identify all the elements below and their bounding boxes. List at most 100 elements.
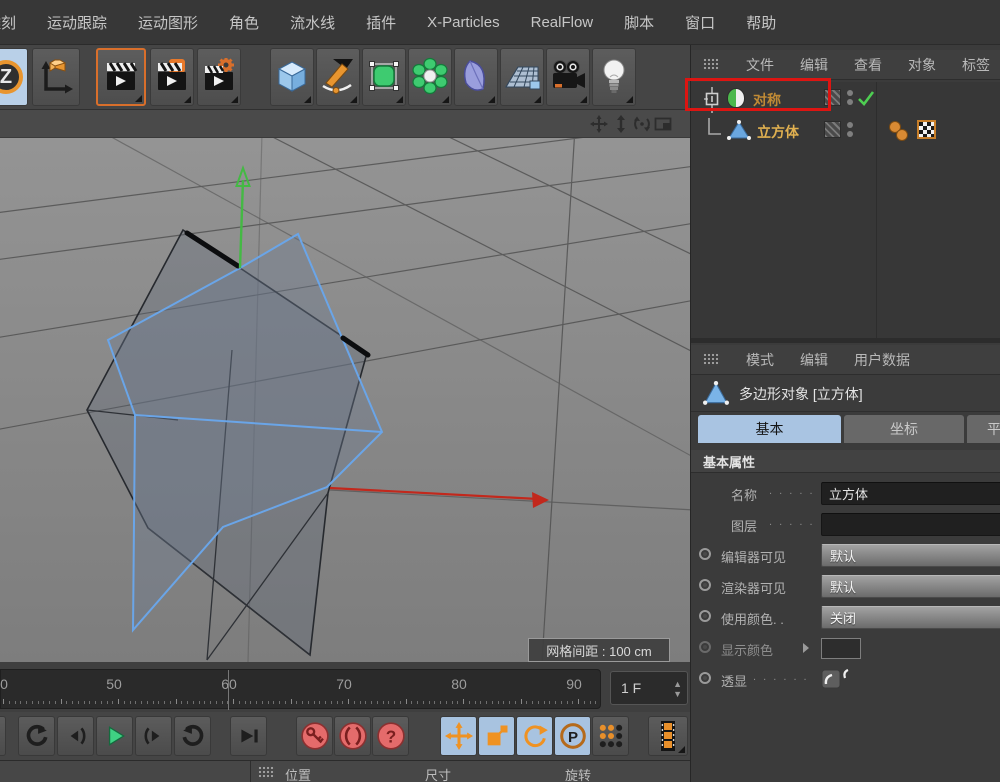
viewport-3d[interactable]: 网格间距 : 100 cm: [0, 138, 690, 662]
animation-dot[interactable]: [699, 672, 711, 684]
panel-splitter[interactable]: [691, 338, 1000, 343]
leader-dots: . . . . .: [769, 485, 815, 497]
key-scale-button[interactable]: [478, 716, 515, 756]
renderer-visibility-dropdown[interactable]: 默认: [821, 575, 1000, 598]
rotate-view-icon[interactable]: [633, 115, 651, 133]
panel-grip-icon[interactable]: [258, 766, 275, 779]
cube-primitive-button[interactable]: [270, 48, 314, 106]
goto-end-button[interactable]: [174, 716, 211, 756]
deformer-icon: [458, 57, 494, 97]
next-frame-button[interactable]: [135, 716, 172, 756]
expand-arrow-icon[interactable]: [803, 643, 809, 653]
submenu-corner: [678, 746, 685, 753]
camera-button[interactable]: [546, 48, 590, 106]
enabled-check-icon[interactable]: [857, 89, 875, 107]
record-key-button[interactable]: [296, 716, 333, 756]
y-axis-arrow[interactable]: [240, 180, 243, 268]
key-rotation-button[interactable]: [516, 716, 553, 756]
light-button[interactable]: [592, 48, 636, 106]
goto-last-key-button[interactable]: [230, 716, 267, 756]
am-menu-mode[interactable]: 模式: [746, 350, 774, 370]
menu-mograph[interactable]: 运动图形: [138, 12, 198, 33]
goto-start-button[interactable]: [18, 716, 55, 756]
object-manager-tree[interactable]: 对称 立方体: [691, 82, 1000, 338]
array-generator-button[interactable]: [408, 48, 452, 106]
goto-start-icon: [24, 723, 50, 749]
x-axis-arrow[interactable]: [330, 488, 538, 499]
menu-motion-tracker[interactable]: 运动跟踪: [47, 12, 107, 33]
layer-toggle[interactable]: [824, 121, 841, 138]
panel-grip-icon[interactable]: [703, 353, 720, 366]
tab-basic[interactable]: 基本: [698, 415, 841, 443]
om-menu-object[interactable]: 对象: [908, 55, 936, 75]
spline-pen-button[interactable]: [316, 48, 360, 106]
animation-dot[interactable]: [699, 610, 711, 622]
display-color-swatch[interactable]: [821, 638, 861, 659]
key-parameter-button[interactable]: P: [554, 716, 591, 756]
texture-tag-icon[interactable]: [917, 120, 936, 139]
rotation-icon: [521, 722, 549, 750]
play-button[interactable]: [96, 716, 133, 756]
subdivision-surface-button[interactable]: [362, 48, 406, 106]
animation-dot[interactable]: [699, 641, 711, 653]
tab-coordinates[interactable]: 坐标: [844, 415, 964, 443]
spinner-arrows-icon[interactable]: ▲▼: [673, 679, 682, 699]
timeline-window-button[interactable]: [648, 716, 688, 756]
visibility-dots[interactable]: [847, 122, 853, 140]
om-menu-view[interactable]: 查看: [854, 55, 882, 75]
deformer-button[interactable]: [454, 48, 498, 106]
om-menu-tag[interactable]: 标签: [962, 55, 990, 75]
timeline-ruler[interactable]: 0 50 60 70 80 90: [0, 669, 601, 709]
render-picture-viewer-button[interactable]: [150, 48, 194, 106]
grid-spacing-label: 网格间距 : 100 cm: [528, 638, 670, 662]
phong-tag-icon[interactable]: [887, 119, 911, 143]
pan-view-icon[interactable]: [590, 115, 608, 133]
menu-plugins[interactable]: 插件: [366, 12, 396, 33]
attr-row-layer: 图层 . . . . .: [691, 509, 1000, 540]
dolly-view-icon[interactable]: [612, 115, 630, 133]
om-menu-edit[interactable]: 编辑: [800, 55, 828, 75]
z-axis-button[interactable]: Z: [0, 48, 28, 106]
tab-phong[interactable]: 平: [967, 415, 1000, 443]
animation-dot[interactable]: [699, 579, 711, 591]
panel-grip-icon[interactable]: [703, 58, 720, 71]
render-settings-button[interactable]: [197, 48, 241, 106]
om-menu-file[interactable]: 文件: [746, 55, 774, 75]
transport-edge-button[interactable]: [0, 716, 6, 756]
visibility-dots[interactable]: [847, 90, 853, 108]
menu-pipeline[interactable]: 流水线: [290, 12, 335, 33]
menu-script[interactable]: 脚本: [624, 12, 654, 33]
menu-window[interactable]: 窗口: [685, 12, 715, 33]
menu-sculpt[interactable]: 雕刻: [0, 12, 16, 33]
menu-x-particles[interactable]: X-Particles: [427, 14, 500, 31]
previous-frame-button[interactable]: [57, 716, 94, 756]
playhead-marker[interactable]: [228, 670, 229, 710]
object-row-cube[interactable]: 立方体: [691, 116, 1000, 146]
render-view-button[interactable]: [96, 48, 146, 106]
subdivision-surface-icon: [366, 57, 402, 97]
am-menu-userdata[interactable]: 用户数据: [854, 350, 910, 370]
key-pla-button[interactable]: [592, 716, 629, 756]
divider: [250, 761, 251, 782]
menu-character[interactable]: 角色: [229, 12, 259, 33]
am-menu-edit[interactable]: 编辑: [800, 350, 828, 370]
viewport-header: [0, 110, 690, 138]
menu-help[interactable]: 帮助: [746, 12, 776, 33]
xray-checkbox[interactable]: [821, 668, 855, 692]
keying-help-button[interactable]: ?: [372, 716, 409, 756]
key-position-button[interactable]: [440, 716, 477, 756]
layer-input[interactable]: [821, 513, 1000, 536]
animation-dot[interactable]: [699, 548, 711, 560]
floor-environment-button[interactable]: [500, 48, 544, 106]
frame-step-spinner[interactable]: 1 F ▲▼: [610, 671, 688, 705]
submenu-corner: [184, 96, 191, 103]
autokey-button[interactable]: [334, 716, 371, 756]
play-icon: [102, 723, 128, 749]
menu-realflow[interactable]: RealFlow: [531, 14, 594, 31]
object-name[interactable]: 立方体: [757, 122, 799, 142]
editor-visibility-dropdown[interactable]: 默认: [821, 544, 1000, 567]
use-color-dropdown[interactable]: 关闭: [821, 606, 1000, 629]
coordinate-system-button[interactable]: [32, 48, 80, 106]
toggle-view-icon[interactable]: [654, 115, 672, 133]
name-input[interactable]: [821, 482, 1000, 505]
